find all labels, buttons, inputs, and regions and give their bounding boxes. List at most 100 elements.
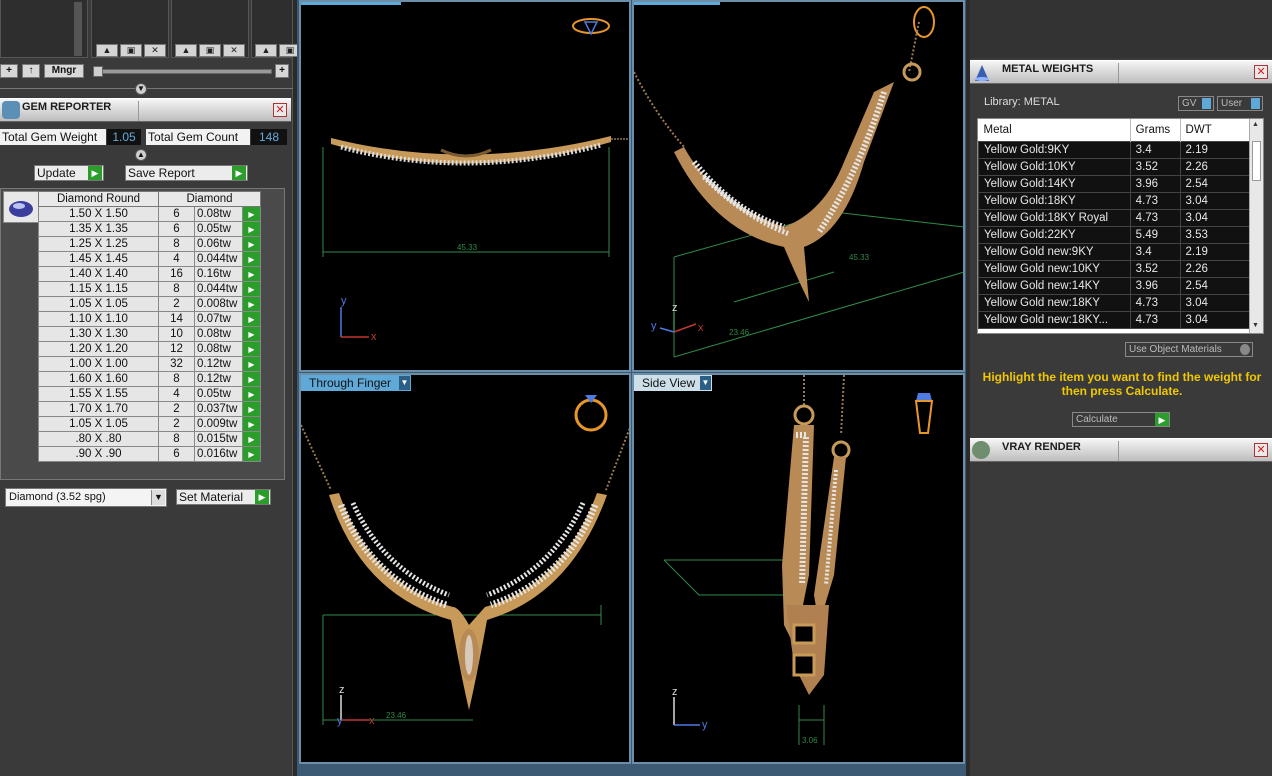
update-button[interactable]: Update ▶ — [34, 165, 104, 181]
table-row[interactable]: 1.20 X 1.20 12 0.08tw ▶ — [38, 341, 261, 357]
metal-dwt: 2.26 — [1179, 157, 1251, 176]
table-row[interactable]: 1.25 X 1.25 8 0.06tw ▶ — [38, 236, 261, 252]
table-row[interactable]: .90 X .90 6 0.016tw ▶ — [38, 446, 261, 462]
table-row[interactable]: Yellow Gold:10KY 3.52 2.26 — [978, 157, 1251, 176]
scrollbar-thumb[interactable] — [1252, 141, 1261, 181]
up-arrow-icon[interactable]: ▲ — [96, 44, 118, 57]
table-row[interactable]: Yellow Gold:18KY 4.73 3.04 — [978, 191, 1251, 210]
viewport-label-through-finger[interactable]: Through Finger ▼ — [301, 375, 411, 391]
slider-thumb[interactable] — [93, 66, 103, 77]
set-material-button[interactable]: Set Material ▶ — [176, 489, 271, 505]
table-row[interactable]: Yellow Gold new:10KY 3.52 2.26 — [978, 259, 1251, 278]
use-object-materials-toggle[interactable]: Use Object Materials — [1125, 342, 1253, 357]
table-row[interactable]: Yellow Gold:9KY 3.4 2.19 — [978, 140, 1251, 159]
play-icon[interactable]: ▶ — [242, 251, 261, 267]
user-toggle[interactable]: User — [1217, 96, 1263, 111]
metal-name: Yellow Gold:18KY Royal — [978, 208, 1131, 227]
close-icon[interactable]: ✕ — [1254, 443, 1268, 457]
table-row[interactable]: 1.05 X 1.05 2 0.009tw ▶ — [38, 416, 261, 432]
scrollbar[interactable] — [74, 2, 82, 56]
play-icon[interactable]: ▶ — [242, 206, 261, 222]
viewport-top-left[interactable]: 45.33 y x — [299, 0, 631, 372]
table-row[interactable]: Yellow Gold:14KY 3.96 2.54 — [978, 174, 1251, 193]
table-row[interactable]: 1.30 X 1.30 10 0.08tw ▶ — [38, 326, 261, 342]
right-panel: METAL WEIGHTS ✕ Library: METAL GV User M… — [970, 0, 1272, 776]
material-select[interactable]: Diamond (3.52 spg) ▼ — [5, 488, 167, 507]
play-icon[interactable]: ▶ — [242, 356, 261, 372]
column-header-dwt[interactable]: DWT — [1180, 119, 1251, 141]
up-arrow-icon[interactable]: ↑ — [22, 64, 40, 78]
table-row[interactable]: Yellow Gold new:9KY 3.4 2.19 — [978, 242, 1251, 261]
table-row[interactable]: 1.40 X 1.40 16 0.16tw ▶ — [38, 266, 261, 282]
table-row[interactable]: 1.50 X 1.50 6 0.08tw ▶ — [38, 206, 261, 222]
collapse-icon[interactable]: ▲ — [135, 149, 147, 161]
calculate-button[interactable]: Calculate ▶ — [1072, 412, 1170, 427]
gem-quantity: 4 — [158, 386, 195, 402]
table-row[interactable]: 1.45 X 1.45 4 0.044tw ▶ — [38, 251, 261, 267]
viewport-bottom-left[interactable]: 23.46 z y x Through Finger ▼ — [299, 373, 631, 764]
column-header-grams[interactable]: Grams — [1130, 119, 1181, 141]
up-arrow-icon[interactable]: ▲ — [175, 44, 197, 57]
viewport-top-right[interactable]: 23.46 45.33 z y x — [632, 0, 965, 372]
play-icon[interactable]: ▶ — [242, 281, 261, 297]
table-row[interactable]: 1.55 X 1.55 4 0.05tw ▶ — [38, 386, 261, 402]
play-icon[interactable]: ▶ — [242, 401, 261, 417]
table-row[interactable]: 1.00 X 1.00 32 0.12tw ▶ — [38, 356, 261, 372]
table-row[interactable]: 1.10 X 1.10 14 0.07tw ▶ — [38, 311, 261, 327]
close-icon[interactable]: ✕ — [223, 44, 245, 57]
table-row[interactable]: 1.60 X 1.60 8 0.12tw ▶ — [38, 371, 261, 387]
table-row[interactable]: Yellow Gold:22KY 5.49 3.53 — [978, 225, 1251, 244]
axis-label: x — [371, 331, 377, 343]
gem-weight: 0.044tw — [194, 281, 243, 297]
up-arrow-icon[interactable]: ▲ — [255, 44, 277, 57]
manager-button[interactable]: Mngr — [44, 64, 84, 78]
play-icon[interactable]: ▶ — [242, 341, 261, 357]
column-header-metal[interactable]: Metal — [978, 119, 1131, 141]
table-row[interactable]: Yellow Gold new:14KY 3.96 2.54 — [978, 276, 1251, 295]
save-icon[interactable]: ▣ — [199, 44, 221, 57]
add-icon[interactable]: + — [275, 64, 289, 78]
gem-size: 1.40 X 1.40 — [38, 266, 159, 282]
gem-quantity: 4 — [158, 251, 195, 267]
close-icon[interactable]: ✕ — [144, 44, 166, 57]
viewport-tab[interactable] — [301, 2, 401, 5]
table-row[interactable]: Yellow Gold:18KY Royal 4.73 3.04 — [978, 208, 1251, 227]
gv-toggle[interactable]: GV — [1178, 96, 1214, 111]
table-row[interactable]: 1.05 X 1.05 2 0.008tw ▶ — [38, 296, 261, 312]
table-row[interactable]: 1.35 X 1.35 6 0.05tw ▶ — [38, 221, 261, 237]
collapse-icon[interactable]: ▼ — [135, 83, 147, 95]
table-row[interactable]: 1.70 X 1.70 2 0.037tw ▶ — [38, 401, 261, 417]
play-icon[interactable]: ▶ — [242, 386, 261, 402]
close-icon[interactable]: ✕ — [1254, 65, 1268, 79]
chevron-down-icon[interactable]: ▼ — [1252, 322, 1261, 331]
gem-reporter-icon — [2, 101, 20, 119]
viewport-tab[interactable] — [634, 2, 720, 5]
play-icon[interactable]: ▶ — [242, 431, 261, 447]
play-icon[interactable]: ▶ — [242, 266, 261, 282]
play-icon[interactable]: ▶ — [242, 296, 261, 312]
play-icon[interactable]: ▶ — [242, 446, 261, 462]
play-icon[interactable]: ▶ — [242, 236, 261, 252]
play-icon[interactable]: ▶ — [242, 326, 261, 342]
save-icon[interactable]: ▣ — [120, 44, 142, 57]
close-icon[interactable]: ✕ — [273, 103, 287, 117]
table-row[interactable]: Yellow Gold new:18KY 4.73 3.04 — [978, 293, 1251, 312]
add-icon[interactable]: + — [0, 64, 18, 78]
viewport-label-side-view[interactable]: Side View ▼ — [634, 375, 712, 391]
save-report-button[interactable]: Save Report ▶ — [125, 165, 248, 181]
play-icon[interactable]: ▶ — [242, 416, 261, 432]
scrollbar[interactable]: ▲ ▼ — [1249, 119, 1263, 333]
table-row[interactable]: 1.15 X 1.15 8 0.044tw ▶ — [38, 281, 261, 297]
play-icon[interactable]: ▶ — [242, 371, 261, 387]
play-icon[interactable]: ▶ — [242, 311, 261, 327]
table-row[interactable]: .80 X .80 8 0.015tw ▶ — [38, 431, 261, 447]
play-icon[interactable]: ▶ — [242, 221, 261, 237]
axis-label: z — [672, 302, 678, 314]
play-icon: ▶ — [232, 166, 246, 180]
metal-grams: 3.4 — [1129, 242, 1181, 261]
viewport-bottom-right[interactable]: 3.06 z y Side View ▼ — [632, 373, 965, 764]
play-icon: ▶ — [88, 166, 102, 180]
table-row[interactable]: Yellow Gold new:18KY... 4.73 3.04 — [978, 310, 1251, 329]
zoom-slider[interactable] — [96, 69, 272, 74]
chevron-up-icon[interactable]: ▲ — [1252, 121, 1261, 130]
